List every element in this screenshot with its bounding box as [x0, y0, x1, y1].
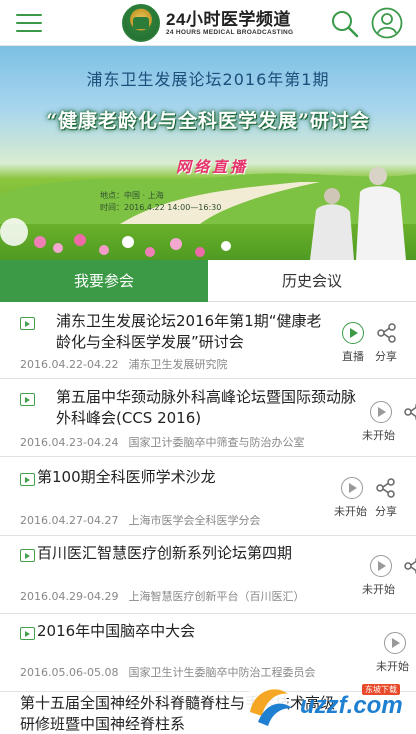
- video-icon[interactable]: [20, 317, 35, 330]
- banner-location: 地点：中国 · 上海: [100, 191, 164, 200]
- meeting-title[interactable]: 百川医汇智慧医疗创新系列论坛第四期: [37, 543, 337, 564]
- meeting-organizer: 国家卫计委脑卒中筛查与防治办公室: [128, 436, 305, 449]
- logo-title: 24小时医学频道: [166, 10, 291, 29]
- status-label: 直播: [342, 350, 364, 363]
- banner-elderly-couple: [310, 167, 406, 260]
- meeting-meta: 2016.04.29-04.29 上海智慧医疗创新平台（百川医汇）: [20, 588, 304, 604]
- meeting-date: 2016.05.06-05.08: [20, 666, 119, 679]
- status-label: 未开始: [362, 583, 395, 596]
- list-item[interactable]: 第100期全科医师学术沙龙 2016.04.27-04.27 上海市医学会全科医学…: [0, 457, 416, 536]
- video-icon[interactable]: [20, 627, 35, 640]
- meeting-title[interactable]: 第100期全科医师学术沙龙: [37, 467, 327, 488]
- meeting-meta: 2016.04.27-04.27 上海市医学会全科医学分会: [20, 512, 260, 528]
- video-icon[interactable]: [20, 473, 35, 486]
- meeting-meta: 2016.04.23-04.24 国家卫计委脑卒中筛查与防治办公室: [20, 434, 304, 450]
- status-label: 未开始: [362, 429, 395, 442]
- meeting-date: 2016.04.22-04.22: [20, 358, 119, 371]
- list-item[interactable]: 第五届中华颈动脉外科高峰论坛暨国际颈动脉外科峰会(CCS 2016) 2016.…: [0, 379, 416, 457]
- meeting-list: 浦东卫生发展论坛2016年第1期“健康老龄化与全科医学发展”研讨会 2016.0…: [0, 302, 416, 734]
- logo-subtitle: 24 HOURS MEDICAL BROADCASTING: [166, 29, 294, 36]
- meeting-meta: 2016.04.22-04.22 浦东卫生发展研究院: [20, 356, 227, 372]
- tab-history-meetings[interactable]: 历史会议: [208, 260, 416, 302]
- play-icon[interactable]: [370, 555, 392, 577]
- share-icon[interactable]: [404, 556, 416, 576]
- user-icon[interactable]: [371, 7, 403, 39]
- top-header: 24小时医学频道 24 HOURS MEDICAL BROADCASTING: [0, 0, 416, 46]
- video-icon[interactable]: [20, 393, 35, 406]
- play-icon[interactable]: [341, 477, 363, 499]
- watermark-text: uzzf.com: [300, 692, 403, 719]
- meeting-organizer: 上海智慧医疗创新平台（百川医汇）: [128, 590, 305, 603]
- share-icon[interactable]: [377, 323, 397, 343]
- banner-info: 地点：中国 · 上海 时间：2016.4.22 14:00—16:30: [100, 190, 221, 214]
- meeting-title[interactable]: 浦东卫生发展论坛2016年第1期“健康老龄化与全科医学发展”研讨会: [56, 311, 336, 353]
- meeting-title[interactable]: 2016年中国脑卒中大会: [37, 621, 337, 642]
- list-item[interactable]: 百川医汇智慧医疗创新系列论坛第四期 2016.04.29-04.29 上海智慧医疗…: [0, 536, 416, 614]
- meeting-date: 2016.04.23-04.24: [20, 436, 119, 449]
- event-banner[interactable]: 浦东卫生发展论坛2016年第1期 “健康老龄化与全科医学发展”研讨会 网络直播 …: [0, 46, 416, 260]
- share-icon[interactable]: [376, 478, 396, 498]
- banner-live-label: 网络直播: [176, 158, 249, 176]
- banner-line-topic: “健康老龄化与全科医学发展”研讨会: [46, 110, 370, 132]
- share-icon[interactable]: [404, 402, 416, 422]
- live-play-icon[interactable]: [342, 322, 364, 344]
- meeting-date: 2016.04.29-04.29: [20, 590, 119, 603]
- menu-icon[interactable]: [16, 12, 44, 34]
- meeting-date: 2016.04.27-04.27: [20, 514, 119, 527]
- search-icon[interactable]: [330, 9, 360, 39]
- banner-line-forum: 浦东卫生发展论坛2016年第1期: [86, 70, 330, 89]
- meeting-title[interactable]: 第五届中华颈动脉外科高峰论坛暨国际颈动脉外科峰会(CCS 2016): [56, 387, 361, 429]
- meeting-organizer: 上海市医学会全科医学分会: [128, 514, 261, 527]
- status-label: 未开始: [334, 505, 367, 518]
- banner-time: 时间：2016.4.22 14:00—16:30: [100, 203, 222, 212]
- meeting-organizer: 浦东卫生发展研究院: [128, 358, 228, 371]
- tab-join-meeting[interactable]: 我要参会: [0, 260, 208, 302]
- tab-bar: 我要参会 历史会议: [0, 260, 416, 302]
- share-label[interactable]: 分享: [375, 348, 397, 364]
- play-icon[interactable]: [384, 632, 406, 654]
- logo-badge-icon: [122, 4, 160, 42]
- video-icon[interactable]: [20, 549, 35, 562]
- site-logo[interactable]: 24小时医学频道 24 HOURS MEDICAL BROADCASTING: [122, 3, 322, 43]
- logo-text: 24小时医学频道 24 HOURS MEDICAL BROADCASTING: [166, 10, 293, 36]
- share-label[interactable]: 分享: [375, 503, 397, 519]
- list-item[interactable]: 浦东卫生发展论坛2016年第1期“健康老龄化与全科医学发展”研讨会 2016.0…: [0, 302, 416, 379]
- play-icon[interactable]: [370, 401, 392, 423]
